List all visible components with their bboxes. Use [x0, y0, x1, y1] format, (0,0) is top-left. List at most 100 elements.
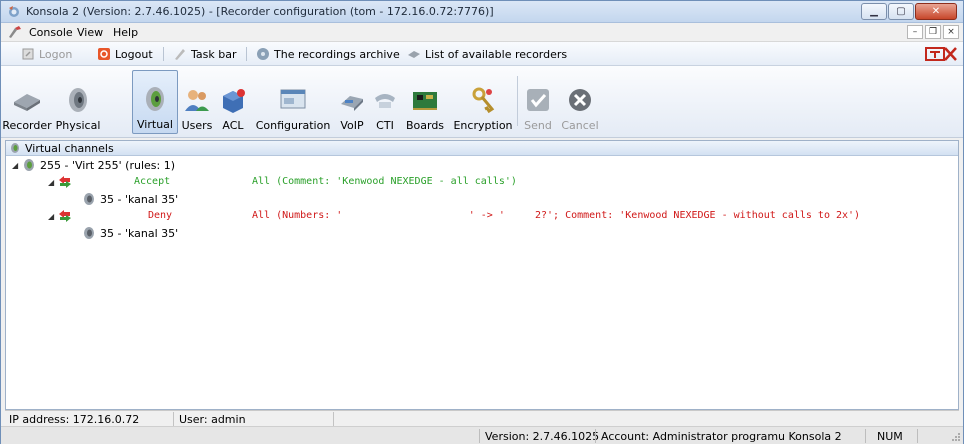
menu-bar: Console View Help – ❐ × — [1, 23, 963, 42]
logout-link[interactable]: Logout — [97, 46, 153, 62]
close-button[interactable]: ✕ — [915, 3, 957, 20]
separator — [479, 429, 480, 443]
voip-button[interactable]: VoIP — [337, 70, 367, 134]
acl-icon — [223, 89, 245, 113]
virtual-speaker-icon — [11, 143, 19, 153]
boards-label: Boards — [405, 119, 445, 132]
speaker-icon — [84, 193, 94, 205]
users-icon — [185, 90, 209, 111]
boards-button[interactable]: Boards — [401, 70, 449, 134]
virtual-speaker-icon — [146, 87, 164, 111]
send-label: Send — [524, 119, 552, 132]
speaker-icon — [84, 227, 94, 239]
taskbar-link[interactable]: Task bar — [173, 46, 236, 62]
recorders-list-link[interactable]: List of available recorders — [407, 46, 567, 62]
tree-header: Virtual channels — [6, 141, 958, 156]
board-icon — [413, 92, 437, 110]
title-bar: Konsola 2 (Version: 2.7.46.1025) - [Reco… — [1, 1, 963, 23]
close-icon: × — [947, 27, 955, 37]
separator — [517, 76, 518, 126]
recorder-label: Recorder — [2, 119, 52, 132]
rule-name: Deny — [148, 210, 173, 221]
tree-node-channel[interactable]: 35 - 'kanal 35' — [82, 225, 178, 241]
restore-icon: ❐ — [928, 27, 938, 37]
virtual-button[interactable]: Virtual — [132, 70, 178, 134]
logon-link[interactable]: Logon — [21, 46, 72, 62]
user-name: User: admin — [179, 413, 246, 426]
num-lock-indicator: NUM — [877, 430, 903, 443]
acl-button[interactable]: ACL — [217, 70, 249, 134]
physical-button[interactable]: Physical — [53, 70, 103, 134]
virtual-channels-tree[interactable]: Virtual channels ◢ 255 - 'Virt 255' (rul… — [5, 140, 959, 410]
channel-label: 35 - 'kanal 35' — [100, 192, 179, 206]
users-label: Users — [181, 119, 213, 132]
account-text: Account: Administrator programu Konsola … — [601, 430, 842, 443]
separator — [163, 47, 164, 61]
cti-label: CTI — [376, 119, 394, 132]
separator — [173, 412, 174, 426]
main-toolbar: Recorder Physical Virtual Users ACL Conf… — [1, 66, 963, 138]
maximize-button[interactable]: ▢ — [888, 3, 914, 20]
rule-name: Accept — [134, 176, 171, 187]
send-button[interactable]: Send — [521, 70, 555, 134]
voip-icon — [341, 96, 363, 111]
rule-detail: All (Numbers: ' ' -> ' 2?'; Comment: 'Ke… — [252, 210, 861, 221]
virtual-channel-label: 255 - 'Virt 255' (rules: 1) — [40, 158, 176, 172]
logon-icon — [22, 48, 34, 60]
encryption-button[interactable]: Encryption — [453, 70, 513, 134]
logout-icon — [98, 48, 110, 60]
rule-detail: All (Comment: 'Kenwood NEXEDGE - all cal… — [252, 176, 517, 187]
physical-label: Physical — [55, 119, 101, 132]
minimize-icon: – — [912, 27, 918, 37]
main-window: Konsola 2 (Version: 2.7.46.1025) - [Reco… — [0, 0, 964, 444]
recorder-icon — [14, 94, 40, 111]
tree-node-channel[interactable]: 35 - 'kanal 35' — [82, 191, 178, 207]
logon-label: Logon — [39, 47, 73, 61]
recorder-icon — [408, 51, 420, 58]
mdi-minimize-button[interactable]: – — [907, 25, 923, 39]
minimize-button[interactable]: ▁ — [861, 3, 887, 20]
ip-address: IP address: 172.16.0.72 — [9, 413, 140, 426]
menu-view[interactable]: View — [77, 26, 103, 39]
rule-arrows-icon — [59, 210, 71, 222]
collapse-triangle-icon[interactable]: ◢ — [12, 161, 22, 170]
key-icon — [472, 87, 495, 114]
menu-help[interactable]: Help — [113, 26, 138, 39]
separator — [917, 429, 918, 443]
pencil-icon — [175, 49, 185, 60]
collapse-triangle-icon[interactable]: ◢ — [48, 212, 58, 221]
connection-status-bar: IP address: 172.16.0.72 User: admin — [5, 410, 959, 426]
cti-icon — [375, 94, 395, 108]
cancel-button[interactable]: Cancel — [561, 70, 599, 134]
cti-button[interactable]: CTI — [371, 70, 399, 134]
separator — [865, 429, 866, 443]
menu-console[interactable]: Console — [29, 26, 73, 39]
separator — [246, 47, 247, 61]
resize-grip-icon[interactable] — [951, 432, 961, 442]
collapse-triangle-icon[interactable]: ◢ — [48, 178, 58, 187]
minimize-icon: ▁ — [870, 6, 878, 17]
separator — [595, 429, 596, 443]
archive-link[interactable]: The recordings archive — [256, 46, 400, 62]
maximize-icon: ▢ — [896, 6, 906, 17]
recorders-label: List of available recorders — [425, 47, 568, 61]
console-app-icon — [9, 26, 21, 38]
tree-header-label: Virtual channels — [25, 141, 114, 155]
mdi-restore-button[interactable]: ❐ — [925, 25, 941, 39]
configuration-button[interactable]: Configuration — [253, 70, 333, 134]
quick-links-bar: Logon Logout Task bar The recordings arc… — [1, 42, 963, 66]
configuration-label: Configuration — [255, 119, 331, 132]
mdi-close-button[interactable]: × — [943, 25, 959, 39]
brand-logo — [925, 47, 957, 61]
logout-label: Logout — [115, 47, 153, 61]
voip-label: VoIP — [340, 119, 364, 132]
tree-node-virtual-channel[interactable]: ◢ 255 - 'Virt 255' (rules: 1) — [12, 157, 175, 173]
app-icon — [9, 6, 19, 17]
recorder-button[interactable]: Recorder — [2, 70, 52, 134]
users-button[interactable]: Users — [179, 70, 215, 134]
taskbar-label: Task bar — [191, 47, 237, 61]
version-text: Version: 2.7.46.1025 — [485, 430, 600, 443]
configuration-icon — [280, 89, 306, 109]
speaker-icon — [69, 88, 87, 112]
cancel-label: Cancel — [561, 119, 599, 132]
